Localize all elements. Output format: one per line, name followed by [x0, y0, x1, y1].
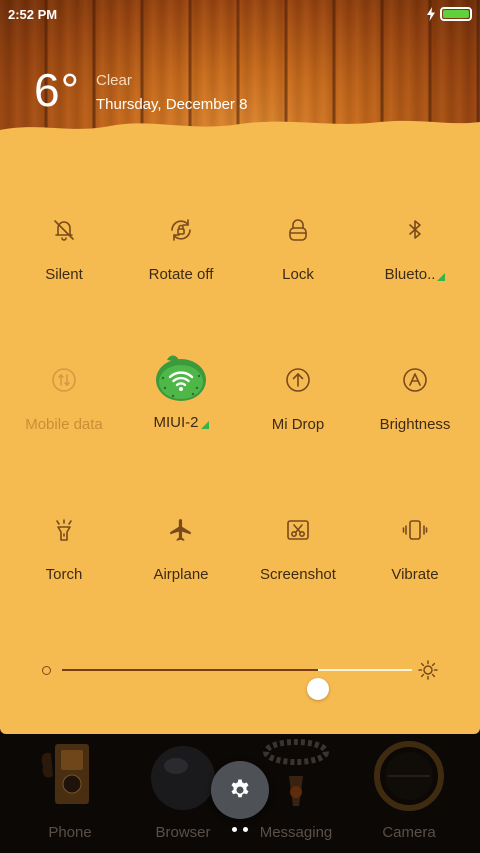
brightness-slider[interactable]: [40, 650, 450, 700]
bell-off-icon: [42, 208, 86, 252]
toggle-mi-drop-label: Mi Drop: [271, 416, 325, 433]
toggle-rotate[interactable]: Rotate off: [123, 202, 239, 312]
toggle-mobile-data-label: Mobile data: [25, 416, 103, 433]
dock-label: Messaging: [259, 824, 333, 841]
status-time: 2:52 PM: [8, 6, 58, 22]
quick-settings-panel: Silent Rotate off Lock Blueto.. Mobile d…: [0, 130, 480, 734]
toggle-rotate-label: Rotate off: [148, 266, 214, 283]
dock-label: Phone: [48, 824, 92, 841]
charging-icon: [427, 7, 435, 21]
settings-button[interactable]: [211, 761, 269, 819]
toggle-silent[interactable]: Silent: [6, 202, 122, 312]
gear-icon: [231, 779, 249, 798]
dock-camera[interactable]: Camera: [359, 734, 459, 853]
status-bar: 2:52 PM: [0, 0, 480, 28]
bluetooth-icon: [393, 208, 437, 252]
toggle-mi-drop[interactable]: Mi Drop: [240, 352, 356, 462]
weather-condition: Clear: [95, 72, 132, 89]
slider-track[interactable]: [62, 669, 412, 700]
toggle-brightness[interactable]: Brightness: [357, 352, 473, 462]
toggle-vibrate-label: Vibrate: [391, 566, 439, 583]
toggle-wifi-label: MIUI-2: [153, 414, 199, 431]
lock-icon: [276, 208, 320, 252]
screenshot-icon: [276, 508, 320, 552]
dock-label: Browser: [155, 824, 211, 841]
toggle-wifi[interactable]: MIUI-2: [123, 352, 239, 462]
toggle-airplane[interactable]: Airplane: [123, 502, 239, 612]
rotate-lock-icon: [159, 208, 203, 252]
toggle-screenshot-label: Screenshot: [260, 566, 336, 583]
battery-icon: [440, 7, 472, 21]
toggle-airplane-label: Airplane: [153, 566, 209, 583]
messaging-app-icon: [263, 739, 329, 806]
airplane-icon: [159, 508, 203, 552]
settings-indicator-icon: [200, 421, 209, 429]
toggle-torch[interactable]: Torch: [6, 502, 122, 612]
camera-app-icon: [374, 741, 444, 811]
mobile-data-icon: [42, 358, 86, 402]
toggle-screenshot[interactable]: Screenshot: [240, 502, 356, 612]
weather-widget[interactable]: 6° Clear Thursday, December 8: [34, 66, 247, 116]
toggle-brightness-label: Brightness: [379, 416, 451, 433]
torch-icon: [42, 508, 86, 552]
toggle-vibrate[interactable]: Vibrate: [357, 502, 473, 612]
toggle-silent-label: Silent: [45, 266, 83, 283]
brightness-auto-icon: [393, 358, 437, 402]
toggle-lock-label: Lock: [282, 266, 314, 283]
mi-drop-icon: [276, 358, 320, 402]
settings-indicator-icon: [437, 273, 446, 281]
toggle-mobile-data[interactable]: Mobile data: [6, 352, 122, 462]
toggle-bluetooth-label: Blueto..: [384, 266, 436, 283]
status-icons: [426, 7, 472, 21]
weather-temperature: 6°: [34, 64, 80, 116]
page-indicator: [232, 827, 248, 832]
browser-app-icon: [151, 746, 215, 810]
dock-label: Camera: [382, 824, 436, 841]
vibrate-icon: [393, 508, 437, 552]
dock-phone[interactable]: Phone: [20, 734, 120, 853]
wifi-icon: [151, 346, 211, 406]
toggle-bluetooth[interactable]: Blueto..: [357, 202, 473, 312]
page-dot-active: [232, 827, 237, 832]
toggle-lock[interactable]: Lock: [240, 202, 356, 312]
toggle-torch-label: Torch: [45, 566, 83, 583]
brightness-low-icon: [42, 666, 51, 675]
phone-app-icon: [41, 744, 89, 804]
brightness-high-icon: [418, 660, 438, 680]
slider-thumb[interactable]: [306, 678, 329, 700]
slider-track-fill: [62, 669, 318, 671]
page-dot: [243, 827, 248, 832]
